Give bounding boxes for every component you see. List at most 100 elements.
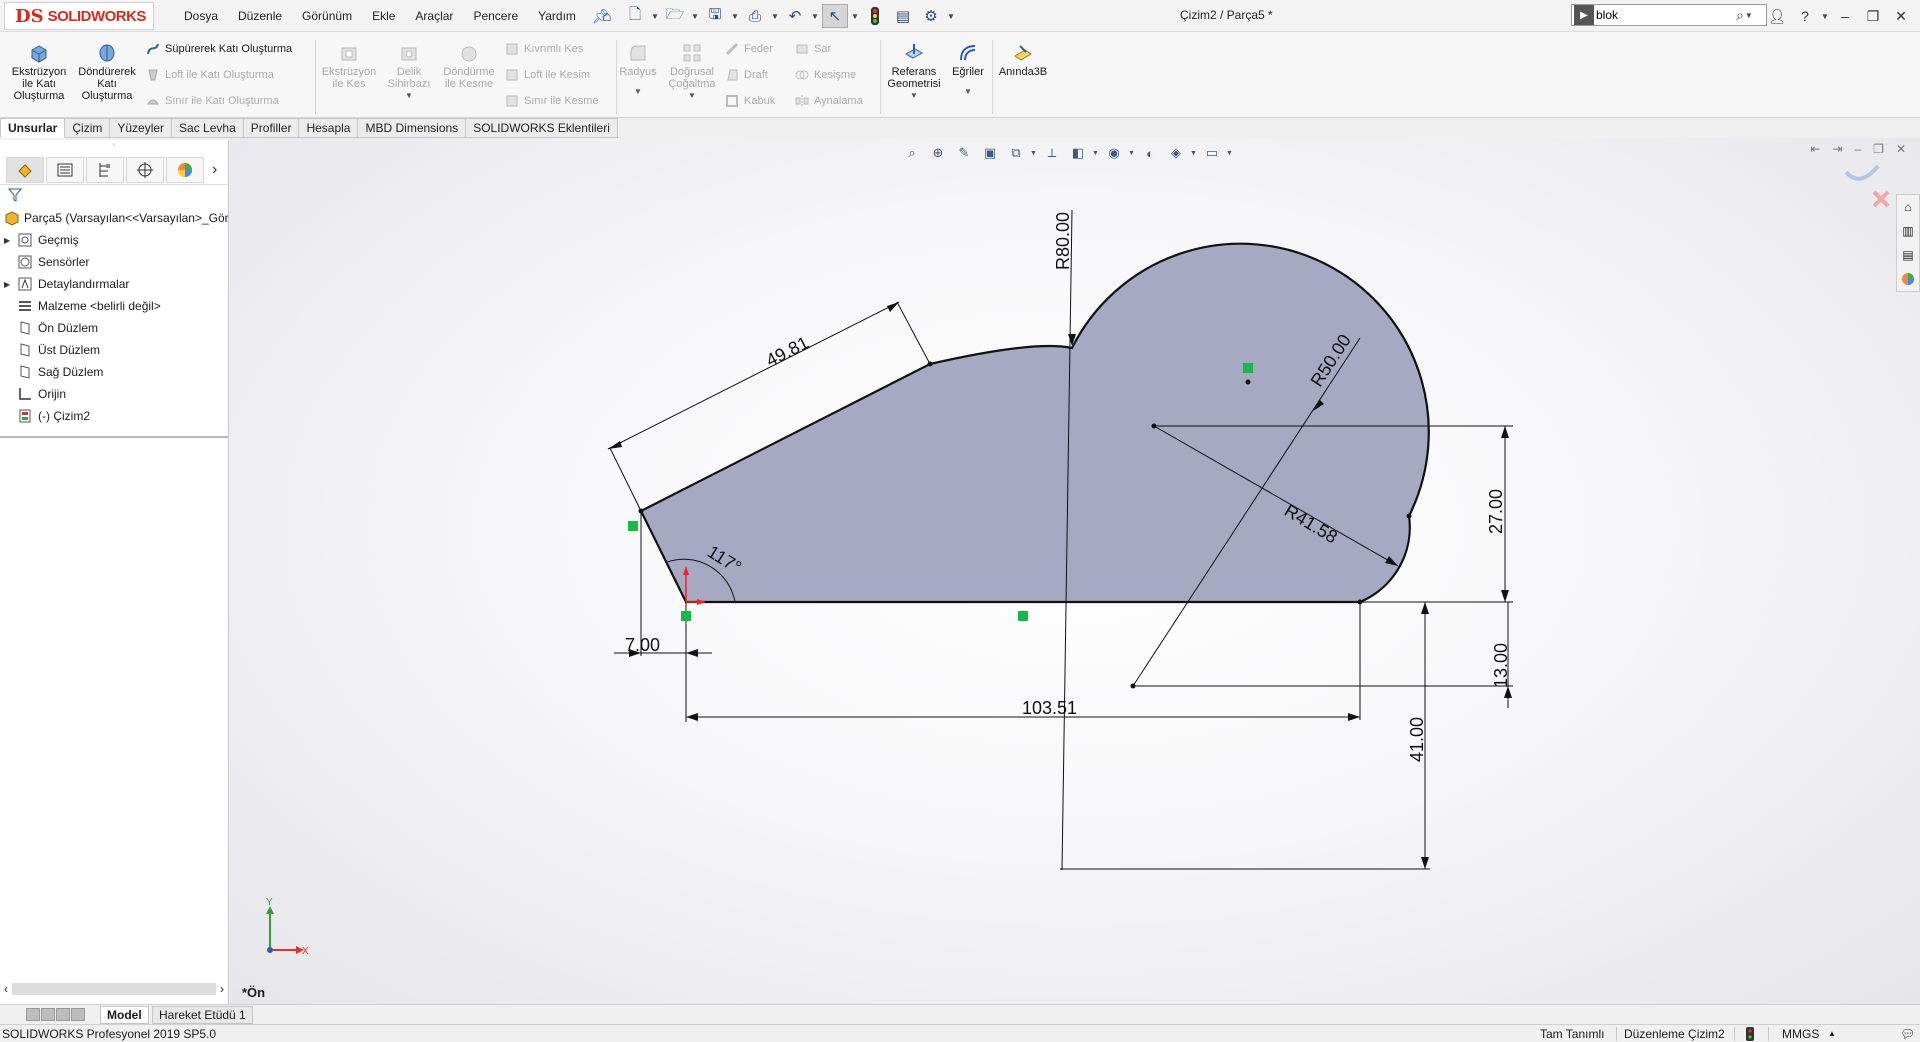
search-input[interactable] <box>1596 6 1736 24</box>
tab-motion-study-1[interactable]: Hareket Etüdü 1 <box>152 1006 253 1024</box>
chevron-right-icon[interactable]: › <box>212 161 217 179</box>
expand-arrow-icon[interactable]: ▶ <box>4 236 16 245</box>
menu-edit[interactable]: Düzenle <box>228 9 292 23</box>
tree-item-top-plane[interactable]: Üst Düzlem <box>4 339 228 361</box>
intersect-button[interactable]: Kesişme <box>795 68 856 82</box>
search-icon[interactable]: ⌕ <box>1736 7 1744 24</box>
reference-geometry-button[interactable]: Referans Geometrisi ▼ <box>884 42 944 102</box>
zoom-to-area-icon[interactable]: ⊕ <box>926 141 950 165</box>
tree-root-part[interactable]: Parça5 (Varsayılan<<Varsayılan>_Gör <box>4 207 228 229</box>
linear-pattern-dropdown-icon[interactable]: ▼ <box>664 90 720 102</box>
menu-view[interactable]: Görünüm <box>292 9 362 23</box>
edit-appearance-icon[interactable]: ◐ <box>1138 141 1162 165</box>
new-document-icon[interactable]: 🗋︎ <box>622 4 648 28</box>
boundary-cut-button[interactable]: Sınır ile Kesme <box>505 94 599 108</box>
tab-weldments[interactable]: Profiller <box>243 118 300 138</box>
close-icon[interactable]: ✕ <box>1888 4 1914 28</box>
help-dropdown-icon[interactable]: ▼ <box>1820 4 1830 28</box>
next-tab-icon[interactable] <box>56 1008 70 1021</box>
sweep-boss-button[interactable]: Süpürerek Katı Oluşturma <box>146 42 292 56</box>
tab-evaluate[interactable]: Hesapla <box>299 118 359 138</box>
search-dropdown-icon[interactable]: ▼ <box>1744 3 1754 27</box>
tab-model[interactable]: Model <box>100 1006 149 1024</box>
view-orientation-icon[interactable]: ⟂ <box>1040 141 1064 165</box>
linear-pattern-button[interactable]: Doğrusal Çoğaltma ▼ <box>664 42 720 102</box>
tab-features[interactable]: Unsurlar <box>0 118 66 138</box>
tree-item-right-plane[interactable]: Sağ Düzlem <box>4 361 228 383</box>
curves-button[interactable]: Eğriler ▼ <box>948 42 988 98</box>
tab-solidworks-addins[interactable]: SOLIDWORKS Eklentileri <box>466 118 618 138</box>
file-properties-icon[interactable]: ▤ <box>890 4 916 28</box>
menu-file[interactable]: Dosya <box>174 9 228 23</box>
dropdown-icon[interactable]: ▼ <box>1030 150 1038 157</box>
section-view-icon[interactable]: ▣ <box>978 141 1002 165</box>
open-dropdown-icon[interactable]: ▼ <box>690 4 700 28</box>
tab-navigation[interactable] <box>26 1008 85 1021</box>
apply-scene-icon[interactable]: ◈ <box>1164 141 1188 165</box>
display-style-icon[interactable]: ◧ <box>1066 141 1090 165</box>
command-search-icon[interactable]: ▶ <box>1574 5 1594 25</box>
graphics-area[interactable]: 49.81 R80.00 R50.00 R41.58 27.00 13.00 4… <box>230 138 1920 1004</box>
print-icon[interactable]: ⎙ <box>742 4 768 28</box>
view-settings-icon[interactable]: ▭ <box>1200 141 1224 165</box>
sketch-profile[interactable] <box>639 242 1430 604</box>
panel-grip[interactable]: ◦ <box>0 140 228 155</box>
confirm-exit-sketch-icon[interactable] <box>1838 158 1898 218</box>
revolve-cut-button[interactable]: Döndürme ile Kesme <box>438 42 500 90</box>
undo-icon[interactable]: ↶ <box>782 4 808 28</box>
unit-system[interactable]: MMGS <box>1782 1027 1819 1041</box>
hole-wizard-button[interactable]: Delik Sihirbazı ▼ <box>384 42 434 102</box>
status-help-icon[interactable]: 💬︎ <box>1900 1027 1915 1041</box>
dimxpert-manager-tab-icon[interactable] <box>126 156 164 183</box>
scroll-thumb[interactable] <box>12 983 216 995</box>
scroll-right-icon[interactable]: › <box>220 982 224 996</box>
appearances-icon[interactable] <box>1897 267 1919 291</box>
last-tab-icon[interactable] <box>71 1008 85 1021</box>
menu-window[interactable]: Pencere <box>463 9 528 23</box>
previous-view-icon[interactable]: ✎ <box>952 141 976 165</box>
select-pointer-icon[interactable]: ↖ <box>822 4 848 28</box>
dropdown-icon[interactable]: ▼ <box>1128 150 1136 157</box>
dropdown-icon[interactable]: ▼ <box>1226 150 1234 157</box>
design-library-icon[interactable]: ▥ <box>1897 219 1919 243</box>
options-gear-icon[interactable]: ⚙ <box>918 4 944 28</box>
tree-item-material[interactable]: Malzeme <belirli değil> <box>4 295 228 317</box>
first-tab-icon[interactable] <box>26 1008 40 1021</box>
tree-item-sensors[interactable]: Sensörler <box>4 251 228 273</box>
wrap-button[interactable]: Sar <box>795 42 831 56</box>
prev-tab-icon[interactable] <box>41 1008 55 1021</box>
close-icon[interactable]: ✕ <box>1896 142 1906 156</box>
menu-insert[interactable]: Ekle <box>362 9 405 23</box>
collapse-icon[interactable]: ⇤ <box>1810 142 1820 156</box>
undo-dropdown-icon[interactable]: ▼ <box>810 4 820 28</box>
loft-boss-button[interactable]: Loft ile Katı Oluşturma <box>146 68 274 82</box>
select-dropdown-icon[interactable]: ▼ <box>850 4 860 28</box>
zoom-to-fit-icon[interactable]: ⌕ <box>900 141 924 165</box>
configuration-manager-tab-icon[interactable] <box>86 156 124 183</box>
file-explorer-icon[interactable]: ▤ <box>1897 243 1919 267</box>
dropdown-icon[interactable]: ▼ <box>1092 150 1100 157</box>
minimize-icon[interactable]: – <box>1832 4 1858 28</box>
revolve-boss-button[interactable]: Döndürerek Katı Oluşturma <box>74 42 140 102</box>
feature-manager-tab-icon[interactable] <box>6 156 44 183</box>
expand-icon[interactable]: ⇥ <box>1832 142 1842 156</box>
curves-dropdown-icon[interactable]: ▼ <box>948 86 988 98</box>
rollback-bar[interactable] <box>0 436 228 438</box>
tree-item-origin[interactable]: Orijin <box>4 383 228 405</box>
open-folder-icon[interactable]: 🗁︎ <box>662 4 688 28</box>
new-dropdown-icon[interactable]: ▼ <box>650 4 660 28</box>
traffic-light-icon[interactable] <box>862 4 888 28</box>
help-icon[interactable]: ? <box>1792 4 1818 28</box>
tab-sketch[interactable]: Çizim <box>65 118 111 138</box>
extrude-cut-button[interactable]: Ekstrüzyon ile Kes <box>318 42 380 90</box>
tab-sheet-metal[interactable]: Sac Levha <box>172 118 244 138</box>
filter-icon[interactable] <box>0 185 228 207</box>
hide-show-items-icon[interactable]: ◉ <box>1102 141 1126 165</box>
panel-horizontal-scrollbar[interactable]: ‹ › <box>4 982 224 996</box>
expand-arrow-icon[interactable]: ▶ <box>4 280 16 289</box>
display-manager-tab-icon[interactable] <box>166 156 204 183</box>
tree-item-sketch2[interactable]: (-) Çizim2 <box>4 405 228 427</box>
mirror-button[interactable]: Aynalama <box>795 94 863 108</box>
options-dropdown-icon[interactable]: ▼ <box>946 4 956 28</box>
menu-help[interactable]: Yardım <box>528 9 586 23</box>
